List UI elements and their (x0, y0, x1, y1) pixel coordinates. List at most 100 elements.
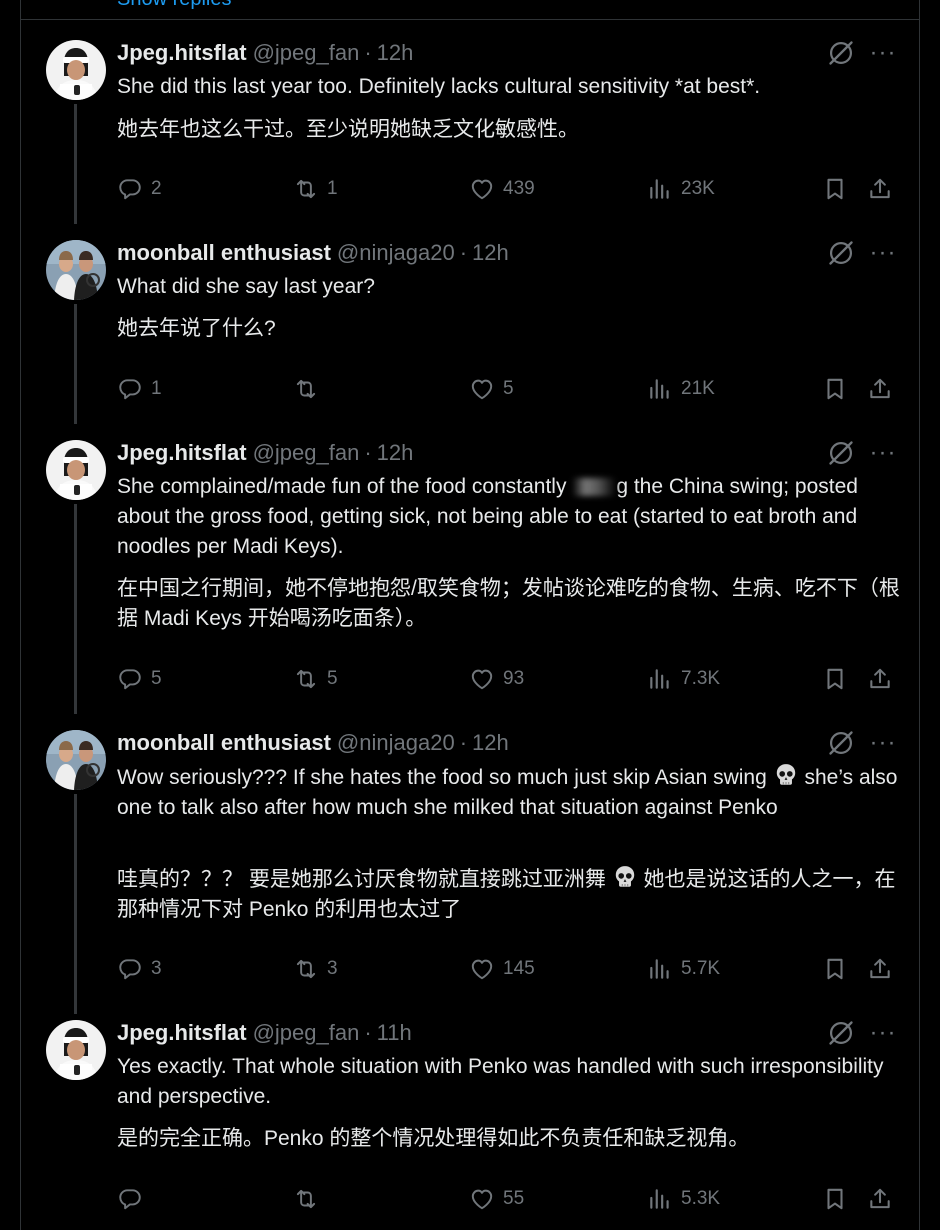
tweet-text: She complained/made fun of the food cons… (117, 472, 907, 562)
reply-button[interactable]: 5 (117, 664, 162, 694)
more-icon[interactable]: ··· (869, 729, 897, 757)
user-handle[interactable]: @ninjaga20 (337, 240, 455, 266)
like-button[interactable]: 145 (469, 954, 535, 984)
grok-icon[interactable] (827, 39, 855, 67)
reply-icon (117, 176, 143, 202)
grok-icon[interactable] (827, 729, 855, 757)
skull-emoji (612, 864, 638, 890)
tweet-text-part: She complained/made fun of the food cons… (117, 475, 567, 498)
tweet-text: What did she say last year? (117, 275, 375, 298)
more-icon[interactable]: ··· (869, 239, 897, 267)
like-count: 145 (503, 958, 535, 979)
like-button[interactable]: 5 (469, 374, 514, 404)
share-button[interactable] (867, 954, 901, 984)
views-button[interactable]: 21K (647, 374, 715, 404)
more-icon[interactable]: ··· (869, 1019, 897, 1047)
reply-button[interactable] (117, 1184, 151, 1214)
timestamp[interactable]: 12h (377, 440, 414, 466)
views-button[interactable]: 5.3K (647, 1184, 720, 1214)
user-handle[interactable]: @jpeg_fan (253, 40, 360, 66)
views-button[interactable]: 7.3K (647, 664, 720, 694)
reply-count: 3 (151, 958, 162, 979)
share-icon (867, 956, 893, 982)
share-button[interactable] (867, 374, 901, 404)
blurred-word (572, 478, 617, 497)
repost-count: 3 (327, 958, 338, 979)
share-button[interactable] (867, 664, 901, 694)
tweet-translation: 是的完全正确。Penko 的整个情况处理得如此不负责任和缺乏视角。 (117, 1127, 750, 1150)
views-button[interactable]: 23K (647, 174, 715, 204)
more-icon[interactable]: ··· (869, 39, 897, 67)
bookmark-button[interactable] (822, 174, 856, 204)
bookmark-button[interactable] (822, 664, 856, 694)
show-replies-link[interactable]: Show replies (117, 0, 232, 11)
avatar[interactable] (46, 730, 106, 790)
bookmark-icon (822, 1186, 848, 1212)
user-handle[interactable]: @jpeg_fan (253, 1020, 360, 1046)
grok-icon[interactable] (827, 439, 855, 467)
repost-icon (293, 1186, 319, 1212)
tweet-text: Yes exactly. That whole situation with P… (117, 1055, 884, 1108)
display-name[interactable]: Jpeg.hitsflat (117, 40, 247, 66)
grok-icon[interactable] (827, 239, 855, 267)
bookmark-button[interactable] (822, 1184, 856, 1214)
views-icon (647, 1186, 673, 1212)
timestamp[interactable]: 12h (377, 40, 414, 66)
views-count: 7.3K (681, 668, 721, 689)
tweet-header: Jpeg.hitsflat @jpeg_fan · 12h (117, 438, 413, 468)
tweet-text: She did this last year too. Definitely l… (117, 75, 761, 98)
avatar[interactable] (46, 240, 106, 300)
tweet-translation: 她去年说了什么? (117, 317, 276, 340)
repost-button[interactable]: 1 (293, 174, 338, 204)
share-button[interactable] (867, 174, 901, 204)
repost-icon (293, 666, 319, 692)
reply-button[interactable]: 1 (117, 374, 162, 404)
repost-button[interactable] (293, 374, 327, 404)
views-icon (647, 376, 673, 402)
repost-button[interactable]: 5 (293, 664, 338, 694)
repost-count: 1 (327, 178, 338, 199)
avatar[interactable] (46, 440, 106, 500)
repost-count: 5 (327, 668, 338, 689)
tweet-header: Jpeg.hitsflat @jpeg_fan · 11h (117, 1018, 412, 1048)
avatar[interactable] (46, 1020, 106, 1080)
grok-icon[interactable] (827, 1019, 855, 1047)
share-button[interactable] (867, 1184, 901, 1214)
repost-button[interactable]: 3 (293, 954, 338, 984)
display-name[interactable]: Jpeg.hitsflat (117, 440, 247, 466)
bookmark-icon (822, 666, 848, 692)
timestamp[interactable]: 12h (472, 240, 509, 266)
reply-count: 5 (151, 668, 162, 689)
avatar[interactable] (46, 40, 106, 100)
thread-line (74, 304, 77, 424)
timestamp[interactable]: 12h (472, 730, 509, 756)
heart-icon (469, 176, 495, 202)
timestamp[interactable]: 11h (377, 1020, 412, 1046)
tweet-header: moonball enthusiast @ninjaga20 · 12h (117, 728, 509, 758)
tweet-text-part: Wow seriously??? If she hates the food s… (117, 766, 767, 789)
tweet-translation: 哇真的？？？ 要是她那么讨厌食物就直接跳过亚洲舞 她也是说这话的人之一，在那种情… (117, 864, 907, 925)
bookmark-button[interactable] (822, 954, 856, 984)
user-handle[interactable]: @jpeg_fan (253, 440, 360, 466)
like-button[interactable]: 93 (469, 664, 524, 694)
display-name[interactable]: moonball enthusiast (117, 730, 331, 756)
more-icon[interactable]: ··· (869, 439, 897, 467)
display-name[interactable]: Jpeg.hitsflat (117, 1020, 247, 1046)
tweet-actions: 2 1 439 23K (117, 174, 907, 204)
like-button[interactable]: 55 (469, 1184, 524, 1214)
display-name[interactable]: moonball enthusiast (117, 240, 331, 266)
separator-dot: · (364, 440, 372, 465)
repost-button[interactable] (293, 1184, 327, 1214)
user-handle[interactable]: @ninjaga20 (337, 730, 455, 756)
reply-icon (117, 376, 143, 402)
bookmark-button[interactable] (822, 374, 856, 404)
views-button[interactable]: 5.7K (647, 954, 720, 984)
tweet-actions: 5 5 93 7.3K (117, 664, 907, 694)
share-icon (867, 376, 893, 402)
like-button[interactable]: 439 (469, 174, 535, 204)
reply-button[interactable]: 3 (117, 954, 162, 984)
reply-button[interactable]: 2 (117, 174, 162, 204)
reply-count: 1 (151, 378, 162, 399)
skull-emoji (773, 762, 799, 788)
separator-dot: · (364, 40, 372, 65)
